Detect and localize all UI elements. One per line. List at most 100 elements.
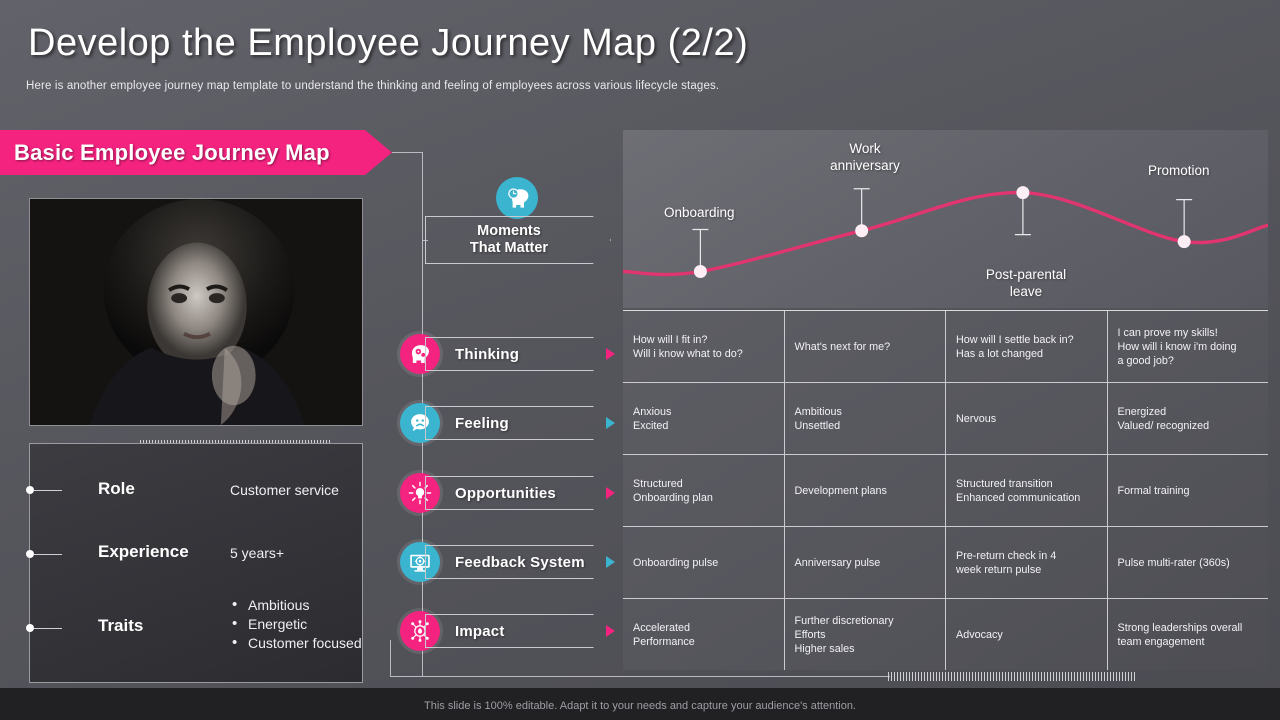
feeling-arrow-shape: [425, 406, 611, 440]
table-cell: Anniversary pulse: [785, 527, 946, 598]
footer-connector-horizontal: [390, 676, 890, 677]
table-cell-text: Accelerated Performance: [633, 621, 695, 648]
chart-point-label-post-parental-leave: Post-parental leave: [985, 267, 1067, 299]
persona-key-experience: Experience: [98, 542, 189, 561]
trait-item: Customer focused: [230, 633, 362, 653]
table-cell-text: How will I settle back in? Has a lot cha…: [956, 333, 1074, 360]
table-cell: Anxious Excited: [623, 383, 785, 454]
table-cell: Structured transition Enhanced communica…: [946, 455, 1108, 526]
footer-connector-vertical: [390, 640, 391, 677]
table-cell: How will I settle back in? Has a lot cha…: [946, 311, 1108, 382]
chart-point-marker[interactable]: [1177, 235, 1191, 249]
table-row: Onboarding pulse Anniversary pulse Pre-ret…: [623, 527, 1268, 599]
category-label-thinking: Thinking: [455, 345, 520, 363]
moments-that-matter-row[interactable]: Moments That Matter: [425, 216, 611, 264]
persona-value-experience: 5 years+: [230, 545, 285, 561]
table-cell: Development plans: [785, 455, 946, 526]
table-cell-text: Further discretionary Efforts Higher sal…: [794, 614, 894, 655]
moments-that-matter-label: Moments That Matter: [425, 216, 593, 264]
table-cell-text: Pre-return check in 4 week return pulse: [956, 549, 1057, 576]
moments-label-line1: Moments: [477, 223, 541, 239]
table-cell: Energized Valued/ recognized: [1108, 383, 1269, 454]
table-cell: Ambitious Unsettled: [785, 383, 946, 454]
section-ribbon: Basic Employee Journey Map: [0, 130, 392, 175]
category-label-feeling: Feeling: [455, 414, 509, 432]
trait-item: Energetic: [230, 614, 362, 634]
ribbon-label: Basic Employee Journey Map: [14, 139, 330, 165]
chart-point-marker[interactable]: [1016, 186, 1030, 200]
table-cell: Pre-return check in 4 week return pulse: [946, 527, 1108, 598]
table-cell: Nervous: [946, 383, 1108, 454]
category-row-thinking[interactable]: Thinking: [425, 337, 615, 371]
table-cell: Advocacy: [946, 599, 1108, 670]
category-label-feedback-system: Feedback System: [455, 553, 585, 571]
footer-note: This slide is 100% editable. Adapt it to…: [424, 700, 856, 712]
persona-value-role: Customer service: [230, 482, 339, 498]
table-cell-text: Anniversary pulse: [794, 556, 881, 569]
table-cell-text: Pulse multi-rater (360s): [1117, 556, 1230, 569]
table-cell-text: Advocacy: [956, 628, 1003, 641]
category-row-feedback-system[interactable]: Feedback System: [425, 545, 615, 579]
chart-point-marker[interactable]: [693, 265, 707, 279]
connector-ribbon-stub: [392, 152, 423, 153]
persona-photo: [29, 198, 363, 426]
table-cell-text: Anxious Excited: [633, 405, 672, 432]
persona-bullet-traits: [26, 624, 34, 632]
chart-point-label-work-anniversary: Work anniversary: [830, 141, 900, 173]
chart-point-label-onboarding: Onboarding: [664, 205, 735, 220]
chart-point-marker[interactable]: [855, 224, 869, 238]
table-cell-text: Structured Onboarding plan: [633, 477, 713, 504]
persona-bullet-role: [26, 486, 34, 494]
table-cell: How will I fit in? Will i know what to d…: [623, 311, 785, 382]
table-cell-text: Development plans: [794, 484, 887, 497]
persona-bullet-experience: [26, 550, 34, 558]
thinking-arrow-tip: [606, 348, 615, 360]
page-title: Develop the Employee Journey Map (2/2): [28, 22, 749, 64]
category-row-impact[interactable]: Impact: [425, 614, 615, 648]
feeling-arrow-tip: [606, 417, 615, 429]
table-cell: What's next for me?: [785, 311, 946, 382]
table-cell-text: Nervous: [956, 412, 997, 425]
table-cell: Onboarding pulse: [623, 527, 785, 598]
table-cell: Accelerated Performance: [623, 599, 785, 670]
slide-canvas: Develop the Employee Journey Map (2/2) H…: [0, 0, 1280, 720]
table-cell-text: I can prove my skills! How will i know i…: [1117, 326, 1237, 367]
category-row-opportunities[interactable]: Opportunities: [425, 476, 615, 510]
persona-connector-experience: [34, 554, 62, 555]
category-label-impact: Impact: [455, 622, 505, 640]
table-cell-text: Strong leaderships overall team engageme…: [1117, 621, 1243, 648]
table-cell-text: Formal training: [1117, 484, 1190, 497]
trait-item: Ambitious: [230, 595, 362, 615]
table-row: Structured Onboarding plan Development pl…: [623, 455, 1268, 527]
opportunities-arrow-tip: [606, 487, 615, 499]
table-cell: Structured Onboarding plan: [623, 455, 785, 526]
table-cell: Formal training: [1108, 455, 1269, 526]
table-cell-text: Structured transition Enhanced communica…: [956, 477, 1081, 504]
persona-connector-role: [34, 490, 62, 491]
feedback-arrow-tip: [606, 556, 615, 568]
head-clock-icon: [496, 177, 538, 219]
persona-key-traits: Traits: [98, 616, 144, 635]
page-subtitle: Here is another employee journey map tem…: [26, 80, 720, 92]
persona-details-box: Role Customer service Experience 5 years…: [26, 443, 363, 683]
table-cell: Pulse multi-rater (360s): [1108, 527, 1269, 598]
connector-foot-stub: [422, 660, 423, 677]
table-row: Anxious Excited Ambitious Unsettled Nervou…: [623, 383, 1268, 455]
journey-table: How will I fit in? Will i know what to d…: [623, 310, 1268, 670]
impact-arrow-shape: [425, 614, 611, 648]
persona-key-role: Role: [98, 479, 135, 498]
persona-connector-traits: [34, 628, 62, 629]
chart-point-label-promotion: Promotion: [1148, 163, 1210, 178]
category-row-feeling[interactable]: Feeling: [425, 406, 615, 440]
category-label-opportunities: Opportunities: [455, 484, 556, 502]
impact-arrow-tip: [606, 625, 615, 637]
footer-dash-decoration: [888, 672, 1136, 681]
table-cell-text: Onboarding pulse: [633, 556, 719, 569]
table-row: Accelerated Performance Further discretio…: [623, 599, 1268, 670]
table-cell: I can prove my skills! How will i know i…: [1108, 311, 1269, 382]
persona-traits-list: Ambitious Energetic Customer focused: [230, 595, 362, 653]
table-cell-text: Ambitious Unsettled: [794, 405, 842, 432]
table-cell: Further discretionary Efforts Higher sal…: [785, 599, 946, 670]
table-cell: Strong leaderships overall team engageme…: [1108, 599, 1269, 670]
table-row: How will I fit in? Will i know what to d…: [623, 311, 1268, 383]
